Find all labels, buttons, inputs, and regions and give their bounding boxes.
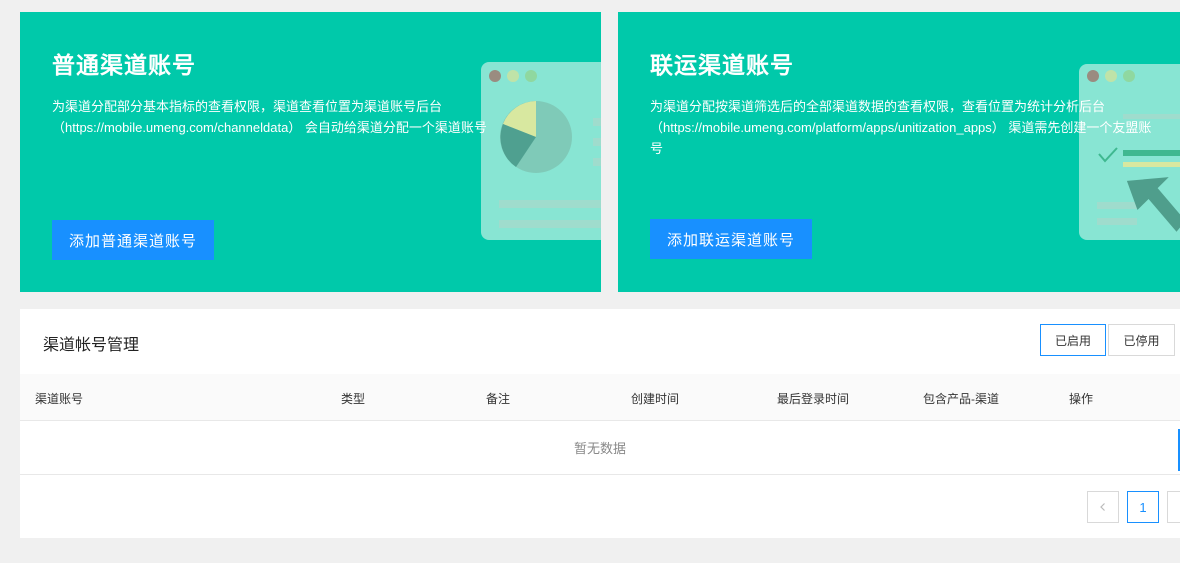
- pie-chart-window-illustration: [481, 62, 601, 240]
- union-channel-description: 为渠道分配按渠道筛选后的全部渠道数据的查看权限，查看位置为统计分析后台（http…: [650, 99, 1152, 156]
- disabled-toggle-button[interactable]: 已停用: [1108, 324, 1175, 356]
- column-header-products: 包含产品-渠道: [923, 392, 999, 406]
- column-header-type: 类型: [341, 392, 366, 406]
- column-header-last-login: 最后登录时间: [777, 392, 850, 406]
- next-page-button[interactable]: [1167, 491, 1180, 523]
- page-1-button[interactable]: 1: [1127, 491, 1159, 523]
- enabled-toggle-button[interactable]: 已启用: [1040, 324, 1106, 356]
- column-header-account: 渠道账号: [35, 392, 84, 406]
- chevron-left-icon: [1100, 503, 1105, 511]
- column-header-actions: 操作: [1069, 392, 1094, 406]
- empty-state: 暂无数据: [20, 421, 1180, 475]
- prev-page-button[interactable]: [1087, 491, 1119, 523]
- table-header: 渠道账号 类型 备注 创建时间 最后登录时间 包含产品-渠道 操作: [20, 374, 1180, 421]
- panel-title: 渠道帐号管理: [43, 337, 140, 354]
- normal-channel-description: 为渠道分配部分基本指标的查看权限，渠道查看位置为渠道账号后台（https://m…: [52, 99, 487, 135]
- add-normal-channel-button[interactable]: 添加普通渠道账号: [52, 220, 214, 260]
- column-header-note: 备注: [486, 392, 511, 406]
- column-header-created-time: 创建时间: [631, 392, 680, 406]
- add-union-channel-button[interactable]: 添加联运渠道账号: [650, 219, 812, 259]
- normal-channel-title: 普通渠道账号: [52, 52, 196, 78]
- channel-account-panel: 渠道帐号管理 已启用 已停用 渠道账号 类型 备注 创建时间 最后登录时间 包含…: [20, 309, 1180, 538]
- normal-channel-card: 普通渠道账号 为渠道分配部分基本指标的查看权限，渠道查看位置为渠道账号后台（ht…: [20, 12, 601, 292]
- union-channel-card: 联运渠道账号 为渠道分配按渠道筛选后的全部渠道数据的查看权限，查看位置为统计分析…: [618, 12, 1180, 292]
- union-channel-title: 联运渠道账号: [650, 52, 794, 78]
